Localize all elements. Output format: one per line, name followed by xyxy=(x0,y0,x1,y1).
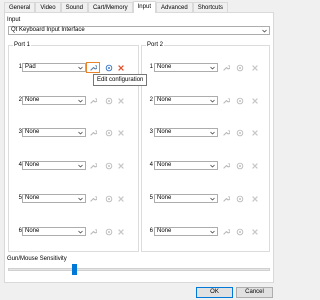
wrench-icon[interactable] xyxy=(221,194,230,203)
port1-controller-value: None xyxy=(25,162,40,168)
tab-input[interactable]: Input xyxy=(132,1,156,13)
close-icon[interactable] xyxy=(116,161,125,170)
port2-controller-value: None xyxy=(157,228,172,234)
edit-configuration-tooltip: Edit configuration xyxy=(93,74,148,86)
port1-controller-select[interactable]: None xyxy=(22,194,86,203)
port1-controller-value: None xyxy=(25,129,40,135)
port1-controller-value: None xyxy=(25,228,40,234)
close-icon[interactable] xyxy=(116,194,125,203)
circle-icon[interactable] xyxy=(104,96,113,105)
port1-controller-select[interactable]: None xyxy=(22,227,86,236)
sensitivity-slider-track[interactable] xyxy=(8,268,270,271)
sensitivity-slider-handle[interactable] xyxy=(72,264,77,275)
wrench-icon[interactable] xyxy=(88,194,97,203)
wrench-icon[interactable] xyxy=(88,96,97,105)
cancel-button[interactable]: Cancel xyxy=(236,287,273,298)
chevron-down-icon xyxy=(261,27,267,34)
close-icon[interactable] xyxy=(116,96,125,105)
close-icon[interactable] xyxy=(250,161,259,170)
input-interface-value: Qt Keyboard Input Interface xyxy=(11,27,85,33)
circle-icon[interactable] xyxy=(235,194,244,203)
chevron-down-icon xyxy=(209,64,215,71)
port2-row-number: 6 xyxy=(149,228,153,234)
sensitivity-label: Gun/Mouse Sensitivity xyxy=(7,256,67,262)
port1-controller-value: None xyxy=(25,97,40,103)
port1-controller-value: Pad xyxy=(25,64,36,70)
port2-row-number: 5 xyxy=(149,195,153,201)
port2-row-number: 4 xyxy=(149,162,153,168)
circle-icon[interactable] xyxy=(235,96,244,105)
circle-icon[interactable] xyxy=(235,161,244,170)
chevron-down-icon xyxy=(77,228,83,235)
close-icon[interactable] xyxy=(250,194,259,203)
port2-controller-select[interactable]: None xyxy=(154,96,218,105)
input-interface-select[interactable]: Qt Keyboard Input Interface xyxy=(8,26,270,35)
wrench-icon[interactable] xyxy=(221,161,230,170)
close-icon[interactable] xyxy=(250,128,259,137)
port1-controller-value: None xyxy=(25,195,40,201)
chevron-down-icon xyxy=(77,64,83,71)
wrench-icon[interactable] xyxy=(221,63,230,72)
port2-row-number: 1 xyxy=(149,64,153,70)
chevron-down-icon xyxy=(77,97,83,104)
circle-icon[interactable] xyxy=(104,63,113,72)
wrench-icon[interactable] xyxy=(88,128,97,137)
port2-controller-value: None xyxy=(157,195,172,201)
port1-controller-select[interactable]: Pad xyxy=(22,63,86,72)
port2-controller-select[interactable]: None xyxy=(154,227,218,236)
circle-icon[interactable] xyxy=(235,227,244,236)
chevron-down-icon xyxy=(77,162,83,169)
circle-icon[interactable] xyxy=(104,194,113,203)
chevron-down-icon xyxy=(77,129,83,136)
circle-icon[interactable] xyxy=(104,161,113,170)
port2-group: Port 2 xyxy=(141,42,270,252)
port2-row-number: 2 xyxy=(149,97,153,103)
ok-button[interactable]: OK xyxy=(196,287,233,298)
chevron-down-icon xyxy=(209,228,215,235)
port1-controller-select[interactable]: None xyxy=(22,161,86,170)
chevron-down-icon xyxy=(209,195,215,202)
port1-title: Port 1 xyxy=(13,42,32,48)
port2-controller-select[interactable]: None xyxy=(154,128,218,137)
wrench-icon[interactable] xyxy=(221,227,230,236)
chevron-down-icon xyxy=(209,97,215,104)
chevron-down-icon xyxy=(209,129,215,136)
port2-controller-select[interactable]: None xyxy=(154,161,218,170)
port2-controller-value: None xyxy=(157,97,172,103)
close-icon[interactable] xyxy=(250,63,259,72)
close-icon[interactable] xyxy=(116,63,125,72)
circle-icon[interactable] xyxy=(235,63,244,72)
chevron-down-icon xyxy=(77,195,83,202)
close-icon[interactable] xyxy=(116,128,125,137)
port2-controller-value: None xyxy=(157,64,172,70)
chevron-down-icon xyxy=(209,162,215,169)
circle-icon[interactable] xyxy=(235,128,244,137)
wrench-icon[interactable] xyxy=(88,161,97,170)
port1-controller-select[interactable]: None xyxy=(22,128,86,137)
close-icon[interactable] xyxy=(250,96,259,105)
wrench-icon[interactable] xyxy=(221,128,230,137)
input-section-label: Input xyxy=(7,17,21,23)
port1-controller-select[interactable]: None xyxy=(22,96,86,105)
wrench-icon[interactable] xyxy=(86,62,100,73)
circle-icon[interactable] xyxy=(104,227,113,236)
close-icon[interactable] xyxy=(250,227,259,236)
wrench-icon[interactable] xyxy=(221,96,230,105)
port2-row-number: 3 xyxy=(149,129,153,135)
close-icon[interactable] xyxy=(116,227,125,236)
port2-controller-select[interactable]: None xyxy=(154,63,218,72)
port2-controller-value: None xyxy=(157,162,172,168)
port2-controller-value: None xyxy=(157,129,172,135)
port2-title: Port 2 xyxy=(146,42,165,48)
wrench-icon[interactable] xyxy=(88,227,97,236)
port2-controller-select[interactable]: None xyxy=(154,194,218,203)
circle-icon[interactable] xyxy=(104,128,113,137)
